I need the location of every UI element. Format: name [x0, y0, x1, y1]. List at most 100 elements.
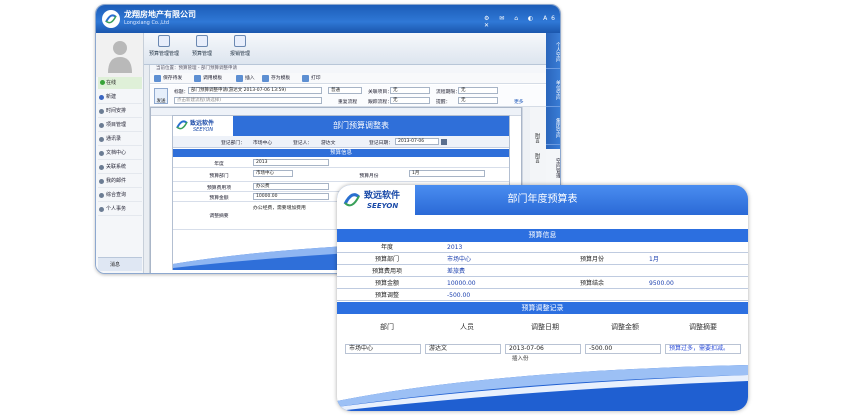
sidebar-item-personal[interactable]: 个人事务 — [98, 203, 142, 216]
record-summary[interactable]: 预算过多，需要扣减。 — [665, 344, 741, 354]
logo-text-en: SEEYON — [367, 202, 399, 210]
tab-label: 报销管理 — [229, 51, 250, 57]
insert-button[interactable]: 插入 — [236, 74, 255, 83]
section-adjust-records: 预算调整记录 — [337, 302, 748, 314]
tab-expense[interactable]: 报销管理 — [222, 35, 258, 63]
table-row: 预算金额 10000.00 预算结余 9500.00 — [337, 278, 748, 289]
budget-icon — [196, 35, 208, 47]
sidebar-item-documents[interactable]: 文档中心 — [98, 147, 142, 160]
tab-budget[interactable]: 预算管理 — [184, 35, 220, 63]
dept-input[interactable]: 市场中心 — [253, 170, 293, 177]
row-value: 9500.00 — [649, 280, 674, 287]
table-row: 预算调整 -500.00 — [337, 290, 748, 301]
date-label: 登记日期： — [369, 141, 393, 146]
tab-group-space[interactable]: 集团空间 — [546, 111, 560, 145]
sidebar-item-label: 项目管理 — [106, 122, 127, 128]
row-value: 1月 — [649, 256, 659, 263]
row-label: 预算金额 — [374, 280, 399, 287]
row-value: -500.00 — [447, 292, 471, 299]
messages-label: 消息 — [110, 262, 121, 268]
sidebar-item-label: 我的邮件 — [106, 178, 127, 184]
sidebar-item-schedule[interactable]: 时间安排 — [98, 105, 142, 118]
sidebar-item-related[interactable]: 关联系统 — [98, 161, 142, 174]
tab-budget-admin[interactable]: 预算管理管理 — [146, 35, 182, 63]
logo-text: 致远软件 — [364, 191, 401, 201]
row-label: 预算月份 — [579, 256, 604, 263]
calendar-icon[interactable] — [441, 139, 447, 145]
seeyon-logo: 致远软件 SEEYON — [173, 116, 233, 136]
table-row: 年度 2013 — [337, 242, 748, 253]
flow-input[interactable]: 点击新建流程(请选择) — [174, 97, 322, 104]
period-select[interactable]: 无 — [458, 87, 498, 94]
doc-row: 预算部门 市场中心 预算月份 1月 — [173, 168, 509, 182]
expense-select[interactable]: 办公费 — [253, 183, 329, 190]
row-label: 预算部门 — [209, 174, 229, 179]
sidebar-item-search[interactable]: 综合查询 — [98, 189, 142, 202]
title-bar: 龙翔房地产有限公司 Longxiang Co.,Ltd ⚙ ✉ ⌂ ◐ A6 ✕ — [96, 5, 560, 33]
track-select[interactable]: 无 — [390, 97, 430, 104]
month-select[interactable]: 1月 — [409, 170, 485, 177]
sidebar: 在线 新建 时间安排 项目管理 通讯录 文档中心 关联系统 我的邮件 综合查询 … — [96, 77, 144, 273]
year-select[interactable]: 2013 — [253, 159, 329, 166]
amount-input[interactable]: 10000.00 — [253, 193, 329, 200]
remind-label: 提醒： — [436, 100, 451, 105]
record-dept[interactable]: 市场中心 — [345, 344, 421, 354]
company-logo-icon — [102, 10, 120, 28]
seeyon-logo-icon — [176, 120, 188, 130]
record-amount[interactable]: -500.00 — [585, 344, 661, 354]
related-select[interactable]: 无 — [390, 87, 430, 94]
row-label: 预算部门 — [374, 256, 399, 263]
tab-personal-space[interactable]: 个人空间 — [546, 35, 560, 69]
online-label: 在线 — [106, 80, 117, 86]
sidebar-item-project[interactable]: 项目管理 — [98, 119, 142, 132]
budget-admin-icon — [158, 35, 170, 47]
more-link[interactable]: 更多 — [514, 98, 524, 105]
sidebar-item-label: 综合查询 — [106, 192, 127, 198]
expense-icon — [234, 35, 246, 47]
record-date[interactable]: 2013-07-06 — [505, 344, 581, 354]
track-label: 跟踪流程： — [368, 100, 392, 105]
logo-text-en: SEEYON — [193, 127, 214, 133]
column-header: 调整金额 — [611, 323, 639, 331]
form-toolbar: 保存待发 调用模板 插入 存为模板 打印 — [150, 73, 546, 84]
use-template-button[interactable]: 调用模板 — [194, 74, 222, 83]
tab-unit-space[interactable]: 单位空间 — [546, 73, 560, 107]
sidebar-item-label: 通讯录 — [106, 136, 122, 142]
budget-card: 部门年度预算表 致远软件 SEEYON 预算信息 年度 2013 预算部门 市场… — [337, 185, 748, 411]
save-draft-button[interactable]: 保存待发 — [154, 74, 182, 83]
doc-title: 部门预算调整表 — [333, 121, 389, 130]
save-template-button[interactable]: 存为模板 — [262, 74, 290, 83]
row-label: 调整摘要 — [209, 214, 229, 219]
summary-text[interactable]: 办公经费，需要增加费用 — [253, 204, 306, 211]
side-label[interactable]: 附言 — [534, 153, 541, 163]
tab-space-admin[interactable]: 空间管理 — [546, 149, 560, 187]
dept-value: 市场中心 — [253, 141, 273, 146]
row-value: 市场中心 — [447, 256, 472, 263]
importance-select[interactable]: 普通 — [328, 87, 362, 94]
sidebar-item-contacts[interactable]: 通讯录 — [98, 133, 142, 146]
form-header: 发送 标题： 部门预算调整申请(游达文 2013-07-06 13:59) 普通… — [150, 85, 546, 107]
remind-select[interactable]: 无 — [458, 97, 498, 104]
repeat-flow-button[interactable]: 重复流程 — [330, 98, 357, 105]
sidebar-item-mail[interactable]: 我的邮件 — [98, 175, 142, 188]
avatar-panel — [96, 33, 144, 77]
sidebar-item-new[interactable]: 新建 — [98, 91, 142, 104]
card-header: 部门年度预算表 致远软件 SEEYON — [337, 185, 748, 215]
table-row: 预算部门 市场中心 预算月份 1月 — [337, 254, 748, 265]
sidebar-item-label: 个人事务 — [106, 206, 127, 212]
online-status[interactable]: 在线 — [98, 77, 142, 89]
title-input[interactable]: 部门预算调整申请(游达文 2013-07-06 13:59) — [188, 87, 322, 94]
print-button[interactable]: 打印 — [302, 74, 321, 83]
record-person[interactable]: 游达文 — [425, 344, 501, 354]
column-header: 调整日期 — [531, 323, 559, 331]
column-header: 人员 — [460, 323, 474, 331]
window-controls[interactable]: ⚙ ✉ ⌂ ◐ A6 ✕ — [484, 15, 560, 29]
send-button[interactable]: 发送 — [154, 88, 168, 104]
messages-button[interactable]: 消息 — [98, 257, 142, 271]
avatar[interactable] — [107, 37, 133, 73]
side-label[interactable]: 附言 — [534, 133, 541, 143]
dept-label: 登记部门： — [221, 141, 245, 146]
date-input[interactable]: 2013-07-06 — [395, 138, 439, 145]
title-label: 标题： — [174, 90, 189, 95]
screenshot-stage: 龙翔房地产有限公司 Longxiang Co.,Ltd ⚙ ✉ ⌂ ◐ A6 ✕… — [0, 0, 842, 415]
